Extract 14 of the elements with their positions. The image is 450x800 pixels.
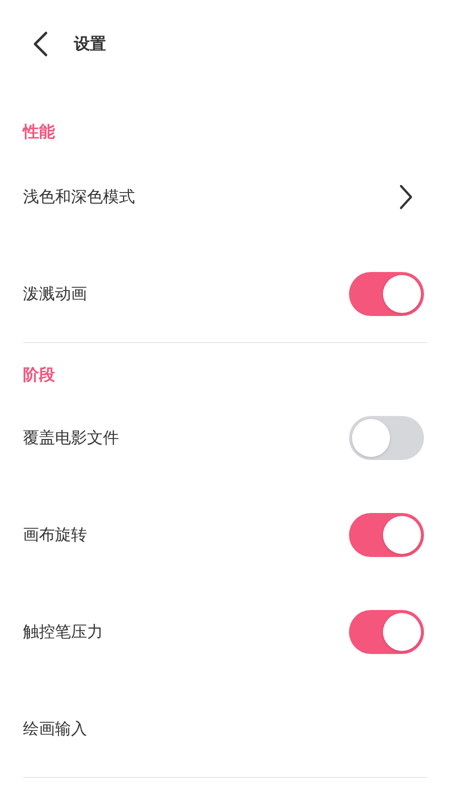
setting-label: 覆盖电影文件 — [23, 426, 119, 448]
page-title: 设置 — [74, 33, 106, 55]
chevron-right-icon[interactable] — [398, 184, 414, 210]
section-title: 性能 — [23, 121, 56, 143]
toggle-switch[interactable] — [349, 416, 424, 460]
toggle-switch[interactable] — [349, 610, 424, 654]
setting-label: 触控笔压力 — [23, 620, 103, 642]
setting-label: 绘画输入 — [23, 718, 87, 740]
toggle-switch[interactable] — [349, 512, 424, 556]
setting-label: 浅色和深色模式 — [23, 186, 135, 208]
setting-label: 泼溅动画 — [23, 282, 87, 304]
toggle-switch[interactable] — [349, 272, 424, 316]
section-title: 阶段 — [23, 364, 56, 386]
setting-label: 画布旋转 — [23, 524, 87, 546]
